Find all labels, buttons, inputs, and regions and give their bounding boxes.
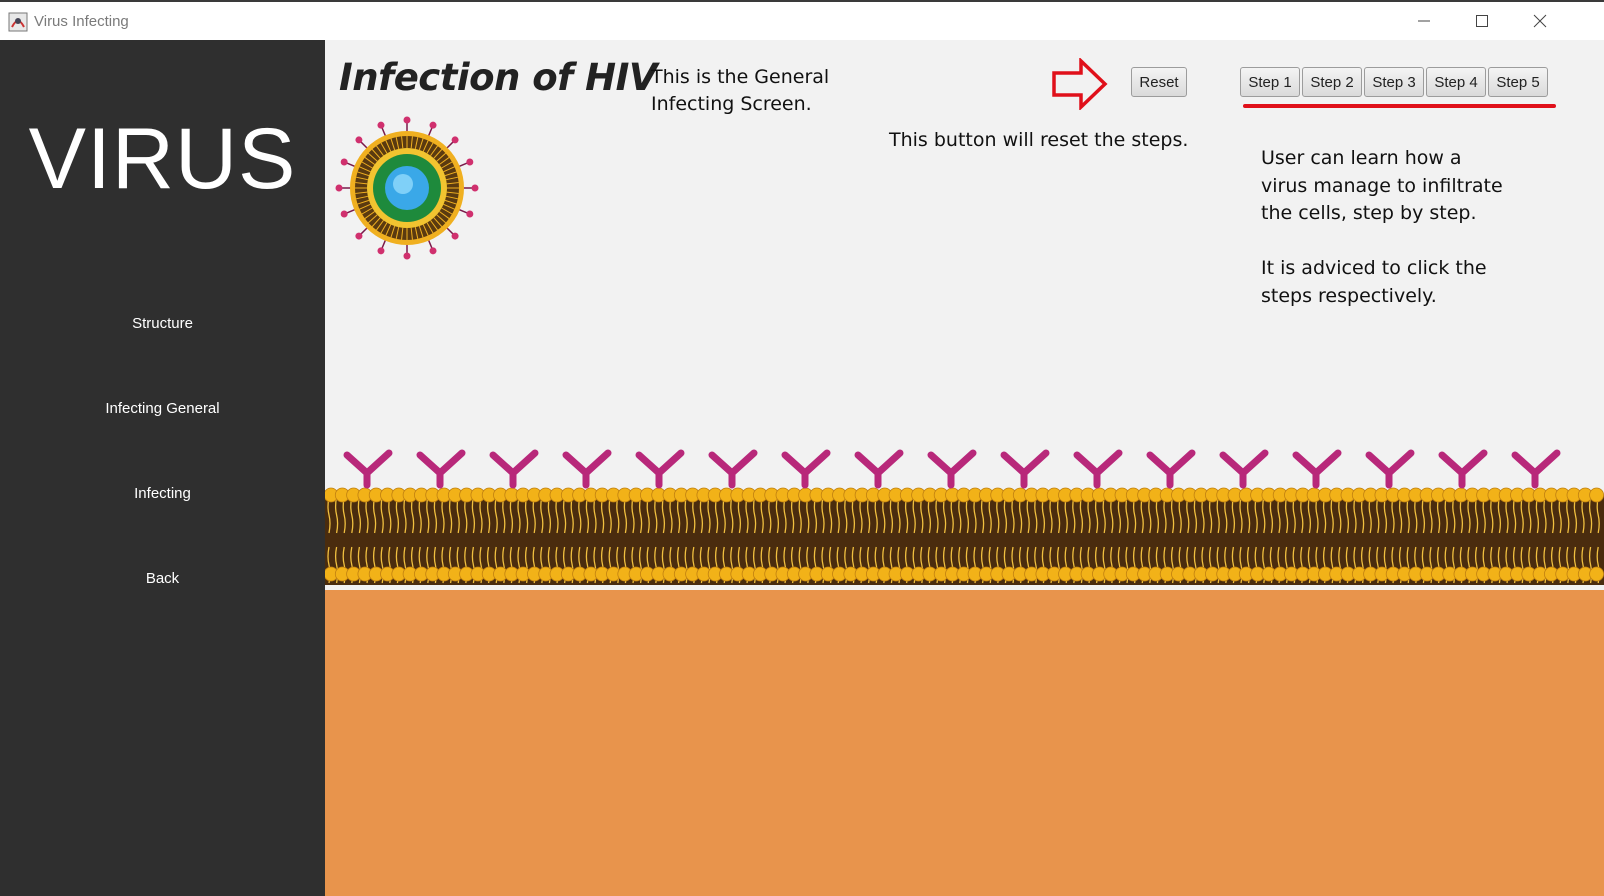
nav-item-structure[interactable]: Structure (0, 309, 325, 339)
minimize-icon (1418, 20, 1430, 22)
reset-hint: This button will reset the steps. (889, 129, 1189, 151)
window-title: Virus Infecting (34, 13, 129, 30)
maximize-button[interactable] (1453, 2, 1511, 40)
maximize-icon (1476, 15, 1488, 27)
reset-button[interactable]: Reset (1131, 67, 1187, 97)
info-text: User can learn how a virus manage to inf… (1261, 145, 1503, 310)
title-bar: Virus Infecting (0, 0, 1604, 40)
right-arrow-icon (1051, 56, 1109, 112)
info-line-2: virus manage to infiltrate (1261, 174, 1503, 197)
nav-item-infecting-general[interactable]: Infecting General (0, 394, 325, 424)
advice-line-1: It is adviced to click the (1261, 257, 1487, 279)
minimize-button[interactable] (1395, 2, 1453, 40)
nav-item-infecting[interactable]: Infecting (0, 479, 325, 509)
advice-line-2: steps respectively. (1261, 284, 1437, 307)
sidebar: VIRUS Structure Infecting General Infect… (0, 40, 325, 896)
page-title: Infection of HIV (339, 56, 658, 99)
step-3-button[interactable]: Step 3 (1364, 67, 1424, 97)
hiv-virus-image (333, 114, 481, 262)
intro-line-1: This is the General (651, 66, 830, 88)
step-2-button[interactable]: Step 2 (1302, 67, 1362, 97)
info-line-3: the cells, step by step. (1261, 202, 1477, 224)
intro-line-2: Infecting Screen. (651, 93, 812, 115)
nav-item-back[interactable]: Back (0, 564, 325, 594)
step-5-button[interactable]: Step 5 (1488, 67, 1548, 97)
step-4-button[interactable]: Step 4 (1426, 67, 1486, 97)
close-button[interactable] (1511, 2, 1569, 40)
close-icon (1533, 14, 1547, 28)
cell-membrane-image (325, 445, 1604, 896)
info-line-1: User can learn how a (1261, 147, 1462, 169)
brand-title: VIRUS (28, 111, 297, 207)
steps-underline (1243, 104, 1556, 108)
intro-text: This is the General Infecting Screen. (651, 64, 829, 118)
java-app-icon (8, 12, 28, 32)
step-1-button[interactable]: Step 1 (1240, 67, 1300, 97)
main-panel: Infection of HIV This is the General Inf… (325, 40, 1604, 896)
